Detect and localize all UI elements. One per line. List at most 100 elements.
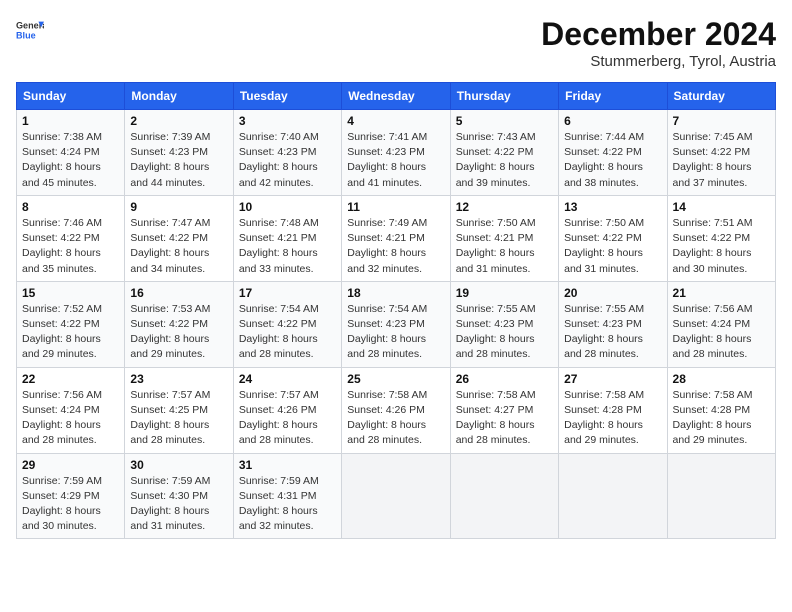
day-number: 1: [22, 114, 119, 128]
calendar-cell: 28 Sunrise: 7:58 AMSunset: 4:28 PMDaylig…: [667, 367, 775, 453]
calendar-cell: 2 Sunrise: 7:39 AMSunset: 4:23 PMDayligh…: [125, 110, 233, 196]
day-number: 10: [239, 200, 336, 214]
day-number: 24: [239, 372, 336, 386]
day-number: 8: [22, 200, 119, 214]
calendar-cell: [450, 453, 558, 539]
day-info: Sunrise: 7:45 AMSunset: 4:22 PMDaylight:…: [673, 131, 753, 189]
day-info: Sunrise: 7:39 AMSunset: 4:23 PMDaylight:…: [130, 131, 210, 189]
day-number: 13: [564, 200, 661, 214]
day-number: 28: [673, 372, 770, 386]
weekday-header-friday: Friday: [559, 83, 667, 110]
week-row-4: 22 Sunrise: 7:56 AMSunset: 4:24 PMDaylig…: [17, 367, 776, 453]
calendar-cell: 22 Sunrise: 7:56 AMSunset: 4:24 PMDaylig…: [17, 367, 125, 453]
day-info: Sunrise: 7:50 AMSunset: 4:22 PMDaylight:…: [564, 217, 644, 275]
weekday-header-thursday: Thursday: [450, 83, 558, 110]
day-info: Sunrise: 7:38 AMSunset: 4:24 PMDaylight:…: [22, 131, 102, 189]
logo-icon: General Blue: [16, 16, 44, 44]
day-number: 23: [130, 372, 227, 386]
day-info: Sunrise: 7:44 AMSunset: 4:22 PMDaylight:…: [564, 131, 644, 189]
day-info: Sunrise: 7:59 AMSunset: 4:29 PMDaylight:…: [22, 475, 102, 533]
weekday-header-wednesday: Wednesday: [342, 83, 450, 110]
calendar-cell: 18 Sunrise: 7:54 AMSunset: 4:23 PMDaylig…: [342, 281, 450, 367]
day-number: 16: [130, 286, 227, 300]
day-info: Sunrise: 7:55 AMSunset: 4:23 PMDaylight:…: [564, 303, 644, 361]
week-row-1: 1 Sunrise: 7:38 AMSunset: 4:24 PMDayligh…: [17, 110, 776, 196]
day-info: Sunrise: 7:58 AMSunset: 4:26 PMDaylight:…: [347, 389, 427, 447]
day-number: 30: [130, 458, 227, 472]
calendar-cell: 19 Sunrise: 7:55 AMSunset: 4:23 PMDaylig…: [450, 281, 558, 367]
calendar-cell: 17 Sunrise: 7:54 AMSunset: 4:22 PMDaylig…: [233, 281, 341, 367]
calendar-cell: 27 Sunrise: 7:58 AMSunset: 4:28 PMDaylig…: [559, 367, 667, 453]
week-row-2: 8 Sunrise: 7:46 AMSunset: 4:22 PMDayligh…: [17, 195, 776, 281]
day-number: 21: [673, 286, 770, 300]
day-number: 27: [564, 372, 661, 386]
day-info: Sunrise: 7:51 AMSunset: 4:22 PMDaylight:…: [673, 217, 753, 275]
day-number: 4: [347, 114, 444, 128]
day-number: 20: [564, 286, 661, 300]
calendar-cell: 12 Sunrise: 7:50 AMSunset: 4:21 PMDaylig…: [450, 195, 558, 281]
day-info: Sunrise: 7:43 AMSunset: 4:22 PMDaylight:…: [456, 131, 536, 189]
calendar-cell: 4 Sunrise: 7:41 AMSunset: 4:23 PMDayligh…: [342, 110, 450, 196]
weekday-header-row: SundayMondayTuesdayWednesdayThursdayFrid…: [17, 83, 776, 110]
day-number: 17: [239, 286, 336, 300]
day-info: Sunrise: 7:59 AMSunset: 4:31 PMDaylight:…: [239, 475, 319, 533]
weekday-header-sunday: Sunday: [17, 83, 125, 110]
day-info: Sunrise: 7:52 AMSunset: 4:22 PMDaylight:…: [22, 303, 102, 361]
calendar-cell: [559, 453, 667, 539]
calendar-cell: 8 Sunrise: 7:46 AMSunset: 4:22 PMDayligh…: [17, 195, 125, 281]
day-number: 2: [130, 114, 227, 128]
day-info: Sunrise: 7:58 AMSunset: 4:27 PMDaylight:…: [456, 389, 536, 447]
day-info: Sunrise: 7:53 AMSunset: 4:22 PMDaylight:…: [130, 303, 210, 361]
calendar-cell: 15 Sunrise: 7:52 AMSunset: 4:22 PMDaylig…: [17, 281, 125, 367]
day-info: Sunrise: 7:55 AMSunset: 4:23 PMDaylight:…: [456, 303, 536, 361]
weekday-header-monday: Monday: [125, 83, 233, 110]
day-info: Sunrise: 7:46 AMSunset: 4:22 PMDaylight:…: [22, 217, 102, 275]
day-info: Sunrise: 7:57 AMSunset: 4:25 PMDaylight:…: [130, 389, 210, 447]
calendar-cell: 29 Sunrise: 7:59 AMSunset: 4:29 PMDaylig…: [17, 453, 125, 539]
day-info: Sunrise: 7:40 AMSunset: 4:23 PMDaylight:…: [239, 131, 319, 189]
day-info: Sunrise: 7:47 AMSunset: 4:22 PMDaylight:…: [130, 217, 210, 275]
week-row-3: 15 Sunrise: 7:52 AMSunset: 4:22 PMDaylig…: [17, 281, 776, 367]
calendar-cell: [667, 453, 775, 539]
day-number: 18: [347, 286, 444, 300]
calendar-cell: 25 Sunrise: 7:58 AMSunset: 4:26 PMDaylig…: [342, 367, 450, 453]
calendar-cell: 1 Sunrise: 7:38 AMSunset: 4:24 PMDayligh…: [17, 110, 125, 196]
calendar-cell: 14 Sunrise: 7:51 AMSunset: 4:22 PMDaylig…: [667, 195, 775, 281]
day-info: Sunrise: 7:56 AMSunset: 4:24 PMDaylight:…: [673, 303, 753, 361]
day-info: Sunrise: 7:48 AMSunset: 4:21 PMDaylight:…: [239, 217, 319, 275]
calendar-cell: 23 Sunrise: 7:57 AMSunset: 4:25 PMDaylig…: [125, 367, 233, 453]
calendar-cell: 16 Sunrise: 7:53 AMSunset: 4:22 PMDaylig…: [125, 281, 233, 367]
day-info: Sunrise: 7:50 AMSunset: 4:21 PMDaylight:…: [456, 217, 536, 275]
day-number: 12: [456, 200, 553, 214]
day-number: 11: [347, 200, 444, 214]
day-info: Sunrise: 7:41 AMSunset: 4:23 PMDaylight:…: [347, 131, 427, 189]
location: Stummerberg, Tyrol, Austria: [541, 53, 776, 70]
calendar-table: SundayMondayTuesdayWednesdayThursdayFrid…: [16, 82, 776, 539]
calendar-cell: 11 Sunrise: 7:49 AMSunset: 4:21 PMDaylig…: [342, 195, 450, 281]
day-number: 22: [22, 372, 119, 386]
calendar-cell: 31 Sunrise: 7:59 AMSunset: 4:31 PMDaylig…: [233, 453, 341, 539]
day-number: 9: [130, 200, 227, 214]
month-title: December 2024: [541, 16, 776, 53]
day-info: Sunrise: 7:56 AMSunset: 4:24 PMDaylight:…: [22, 389, 102, 447]
day-info: Sunrise: 7:58 AMSunset: 4:28 PMDaylight:…: [673, 389, 753, 447]
page-header: General Blue December 2024 Stummerberg, …: [16, 16, 776, 70]
calendar-cell: 5 Sunrise: 7:43 AMSunset: 4:22 PMDayligh…: [450, 110, 558, 196]
weekday-header-tuesday: Tuesday: [233, 83, 341, 110]
week-row-5: 29 Sunrise: 7:59 AMSunset: 4:29 PMDaylig…: [17, 453, 776, 539]
day-info: Sunrise: 7:58 AMSunset: 4:28 PMDaylight:…: [564, 389, 644, 447]
calendar-cell: 9 Sunrise: 7:47 AMSunset: 4:22 PMDayligh…: [125, 195, 233, 281]
day-number: 5: [456, 114, 553, 128]
day-info: Sunrise: 7:59 AMSunset: 4:30 PMDaylight:…: [130, 475, 210, 533]
calendar-cell: 30 Sunrise: 7:59 AMSunset: 4:30 PMDaylig…: [125, 453, 233, 539]
day-number: 3: [239, 114, 336, 128]
day-number: 29: [22, 458, 119, 472]
calendar-cell: 13 Sunrise: 7:50 AMSunset: 4:22 PMDaylig…: [559, 195, 667, 281]
logo: General Blue: [16, 16, 44, 44]
day-number: 31: [239, 458, 336, 472]
day-info: Sunrise: 7:49 AMSunset: 4:21 PMDaylight:…: [347, 217, 427, 275]
calendar-cell: 20 Sunrise: 7:55 AMSunset: 4:23 PMDaylig…: [559, 281, 667, 367]
day-number: 26: [456, 372, 553, 386]
day-number: 14: [673, 200, 770, 214]
day-number: 7: [673, 114, 770, 128]
